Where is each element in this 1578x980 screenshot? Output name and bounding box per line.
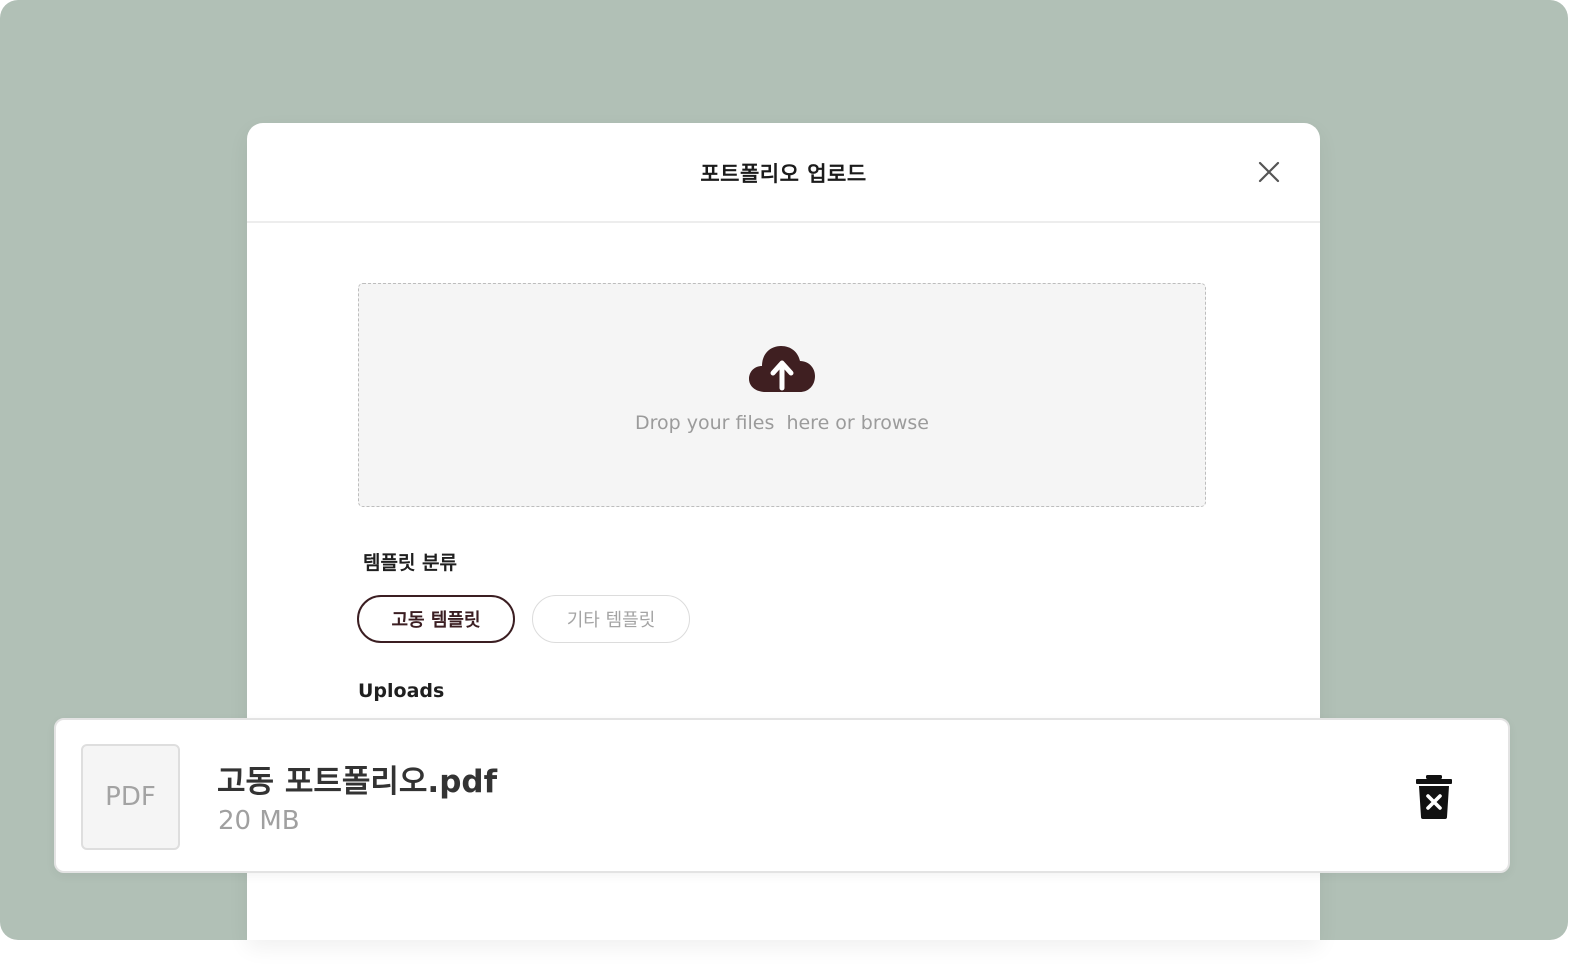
file-size: 20 MB bbox=[218, 806, 300, 836]
close-icon bbox=[1258, 161, 1280, 183]
uploaded-file-item: PDF 고동 포트폴리오.pdf 20 MB bbox=[54, 718, 1510, 873]
file-type-thumbnail: PDF bbox=[81, 744, 180, 850]
template-category-label: 템플릿 분류 bbox=[363, 552, 458, 574]
close-button[interactable] bbox=[1256, 159, 1282, 185]
file-name: 고동 포트폴리오.pdf bbox=[217, 764, 498, 800]
template-chip-other[interactable]: 기타 템플릿 bbox=[532, 595, 690, 643]
file-dropzone[interactable]: Drop your files here or browse bbox=[358, 283, 1206, 507]
template-chip-godong[interactable]: 고동 템플릿 bbox=[357, 595, 515, 643]
trash-x-icon bbox=[1416, 775, 1452, 819]
uploads-label: Uploads bbox=[358, 680, 445, 702]
dropzone-text[interactable]: Drop your files here or browse bbox=[359, 412, 1205, 434]
modal-header: 포트폴리오 업로드 bbox=[247, 123, 1320, 223]
modal-title: 포트폴리오 업로드 bbox=[700, 162, 867, 186]
cloud-upload-icon bbox=[749, 346, 815, 392]
delete-file-button[interactable] bbox=[1414, 774, 1454, 820]
